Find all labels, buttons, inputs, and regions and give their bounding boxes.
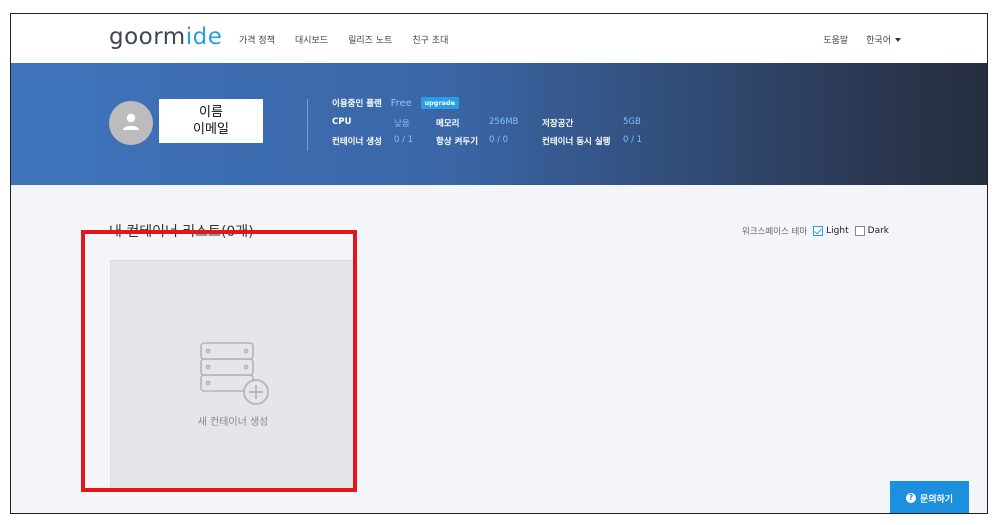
light-checkbox[interactable] [813,226,824,236]
theme-dark-option[interactable]: Dark [854,226,889,236]
plan-value: Free [390,98,412,109]
plan-label: 이용중인 플랜 [332,99,382,109]
user-name: 이름 [199,105,223,120]
nav-link-release-notes[interactable]: 릴리즈 노트 [348,33,392,46]
help-link[interactable]: 도움말 [823,33,848,46]
language-label: 한국어 [866,36,891,46]
user-info-box: 이름 이메일 [159,99,263,143]
user-icon [123,113,139,130]
light-label: Light [826,226,849,236]
nav-link-pricing[interactable]: 가격 정책 [239,33,275,46]
theme-light-option[interactable]: Light [813,226,849,236]
profile-banner: 이름 이메일 이용중인 플랜 Free upgrade CPU 낮음 메모리 2… [11,63,987,185]
new-container-label: 새 컨테이너 생성 [197,417,269,428]
language-dropdown[interactable]: 한국어 [866,33,901,46]
container-list-title: 내 컨테이너 리스트(0개) [109,224,254,240]
goormide-logo[interactable]: goormide [109,24,222,50]
containers-label: 컨테이너 생성 [332,137,382,147]
cpu-label: CPU [332,117,352,127]
storage-value: 5GB [623,117,641,127]
nav-link-dashboard[interactable]: 대시보드 [295,33,328,46]
nav-right: 도움말 한국어 [823,33,901,46]
concurrent-label: 컨테이너 동시 실행 [542,137,611,147]
inquiry-label: 문의하기 [919,494,954,505]
always-on-value: 0 / 0 [489,135,509,145]
memory-value: 256MB [489,117,519,127]
logo-goorm-text: goorm [109,24,186,50]
containers-value: 0 / 1 [394,135,414,145]
workspace-theme-selector: 워크스페이스 테마 Light Dark [742,225,889,237]
inquiry-button[interactable]: ? 문의하기 [890,481,969,513]
top-navigation: goormide 가격 정책 대시보드 릴리즈 노트 친구 초대 도움말 한국어 [11,14,987,63]
theme-label: 워크스페이스 테마 [741,227,808,237]
banner-divider [307,99,308,151]
upgrade-button[interactable]: upgrade [420,97,460,109]
dark-checkbox[interactable] [854,226,865,236]
concurrent-value: 0 / 1 [623,135,643,145]
user-email: 이메일 [193,122,229,137]
always-on-label: 항상 켜두기 [436,137,479,147]
logo-ide-text: ide [185,24,223,50]
dark-label: Dark [867,226,889,236]
caret-down-icon [895,38,901,42]
nav-link-invite-friends[interactable]: 친구 초대 [412,33,448,46]
nav-links: 가격 정책 대시보드 릴리즈 노트 친구 초대 [239,33,448,46]
avatar[interactable] [109,101,153,145]
question-icon: ? [905,493,916,503]
server-add-icon [200,342,269,405]
new-container-card[interactable]: 새 컨테이너 생성 [110,260,356,492]
app-frame: goormide 가격 정책 대시보드 릴리즈 노트 친구 초대 도움말 한국어… [10,13,988,514]
memory-label: 메모리 [436,119,460,129]
cpu-value: 낮음 [394,119,410,129]
storage-label: 저장공간 [542,119,574,129]
